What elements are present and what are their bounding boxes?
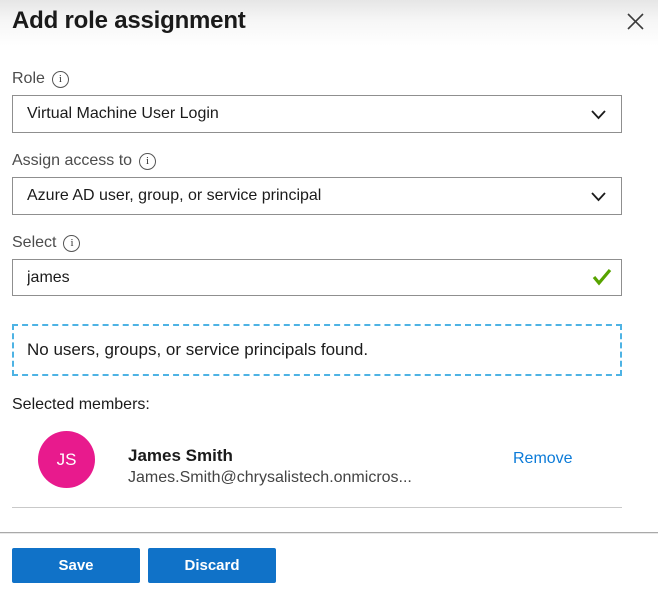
info-icon[interactable]: i <box>139 153 156 170</box>
info-icon[interactable]: i <box>63 235 80 252</box>
no-results-box: No users, groups, or service principals … <box>12 324 622 376</box>
assign-access-to-dropdown-value: Azure AD user, group, or service princip… <box>27 187 321 205</box>
add-role-assignment-panel: Add role assignment Role i Virtual Machi… <box>0 0 658 597</box>
close-button[interactable] <box>622 8 648 34</box>
page-title: Add role assignment <box>12 7 246 35</box>
selected-members-label: Selected members: <box>12 396 150 414</box>
avatar: JS <box>38 431 95 488</box>
avatar-initials: JS <box>57 450 77 470</box>
member-name: James Smith <box>128 446 233 466</box>
assign-access-to-dropdown[interactable]: Azure AD user, group, or service princip… <box>12 177 622 215</box>
selected-member-row: JS James Smith James.Smith@chrysalistech… <box>0 430 658 490</box>
chevron-down-icon <box>590 107 607 126</box>
valid-check-icon <box>592 268 612 291</box>
chevron-down-icon <box>590 189 607 208</box>
select-search-input[interactable] <box>12 259 622 296</box>
close-icon <box>625 11 646 32</box>
member-list-divider <box>12 507 622 508</box>
select-label-text: Select <box>12 234 56 252</box>
assign-access-to-label-text: Assign access to <box>12 152 132 170</box>
role-dropdown[interactable]: Virtual Machine User Login <box>12 95 622 133</box>
footer-divider <box>0 532 658 533</box>
select-search-field <box>12 259 622 296</box>
role-label: Role i <box>12 70 69 88</box>
member-email: James.Smith@chrysalistech.onmicros... <box>128 469 412 487</box>
role-label-text: Role <box>12 70 45 88</box>
remove-member-link[interactable]: Remove <box>513 450 573 468</box>
no-results-message: No users, groups, or service principals … <box>27 340 368 360</box>
save-button[interactable]: Save <box>12 548 140 583</box>
assign-access-to-label: Assign access to i <box>12 152 156 170</box>
info-icon[interactable]: i <box>52 71 69 88</box>
select-label: Select i <box>12 234 80 252</box>
role-dropdown-value: Virtual Machine User Login <box>27 105 219 123</box>
discard-button[interactable]: Discard <box>148 548 276 583</box>
